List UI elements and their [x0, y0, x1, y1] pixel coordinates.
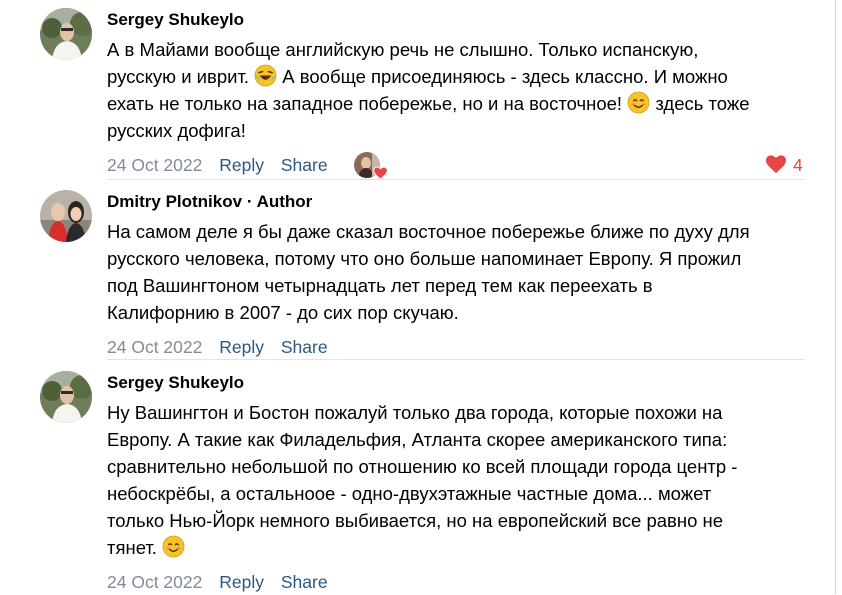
comment-divider	[107, 359, 805, 360]
comment-text: Ну Вашингтон и Бостон пожалуй только два…	[107, 399, 807, 561]
author-separator: ·	[242, 192, 257, 211]
liker-heart-icon	[373, 161, 388, 187]
share-button[interactable]: Share	[281, 337, 328, 357]
comment-line-part: русскую и иврит.	[107, 66, 250, 87]
share-button[interactable]: Share	[281, 572, 328, 592]
author-name[interactable]: Sergey Shukeylo	[107, 373, 807, 393]
share-button[interactable]: Share	[281, 155, 328, 175]
comment-meta: 24 Oct 2022 Reply Share	[107, 334, 807, 360]
rolling-on-floor-laughing-emoji-icon	[254, 64, 277, 87]
comment-line: ехать не только на западное побережье, н…	[107, 90, 807, 117]
comment-line: под Вашингтоном четырнадцать лет перед т…	[107, 275, 653, 296]
comment-date[interactable]: 24 Oct 2022	[107, 572, 202, 592]
author-name-text[interactable]: Dmitry Plotnikov	[107, 192, 242, 211]
author-name-text[interactable]: Sergey Shukeylo	[107, 373, 244, 392]
comment-line: русских дофига!	[107, 120, 246, 141]
avatar[interactable]	[40, 190, 92, 242]
author-name-text[interactable]: Sergey Shukeylo	[107, 10, 244, 29]
smiling-face-emoji-icon	[627, 91, 650, 114]
author-name[interactable]: Dmitry Plotnikov · Author	[107, 192, 807, 212]
scrollbar-edge	[835, 0, 836, 594]
comment-date[interactable]: 24 Oct 2022	[107, 337, 202, 357]
author-name[interactable]: Sergey Shukeylo	[107, 10, 807, 30]
comment-line: Калифорнию в 2007 - до сих пор скучаю.	[107, 302, 459, 323]
reply-button[interactable]: Reply	[219, 155, 264, 175]
comment-meta: 24 Oct 2022 Reply Share 4	[107, 152, 807, 180]
comment-line: сравнительно небольшой по отношению ко в…	[107, 456, 738, 477]
reply-button[interactable]: Reply	[219, 572, 264, 592]
author-role-badge: Author	[256, 192, 313, 211]
comment-text: А в Майами вообще английскую речь не слы…	[107, 36, 807, 144]
comment-text: На самом деле я бы даже сказал восточное…	[107, 218, 807, 326]
comment-divider	[107, 179, 805, 180]
avatar[interactable]	[40, 8, 92, 60]
like-count: 4	[793, 155, 803, 175]
comment-line: тянет.	[107, 534, 807, 561]
comment-line: Европу. А такие как Филадельфия, Атланта…	[107, 429, 728, 450]
avatar[interactable]	[40, 371, 92, 423]
like-button[interactable]: 4	[765, 152, 803, 178]
comment-line: только Нью-Йорк немного выбивается, но н…	[107, 510, 724, 531]
comment-line: На самом деле я бы даже сказал восточное…	[107, 221, 750, 242]
comment-line-part: А вообще присоединяюсь - здесь классно. …	[282, 66, 728, 87]
comment-meta: 24 Oct 2022 Reply Share	[107, 569, 807, 595]
comment-line-part: ехать не только на западное побережье, н…	[107, 93, 623, 114]
comment-line-part: здесь тоже	[655, 93, 750, 114]
comment-line: небоскрёбы, а остальноое - одно-двухэтаж…	[107, 483, 712, 504]
comment-line: Ну Вашингтон и Бостон пожалуй только два…	[107, 402, 723, 423]
smiling-face-emoji-icon	[162, 535, 185, 558]
reply-button[interactable]: Reply	[219, 337, 264, 357]
comment-line: русскую и иврит. А вообще присоединяюсь …	[107, 63, 807, 90]
comment-date[interactable]: 24 Oct 2022	[107, 155, 202, 175]
comment-line: русского человека, потому что оно больше…	[107, 248, 742, 269]
comment-line: А в Майами вообще английскую речь не слы…	[107, 39, 699, 60]
comment-line-part: тянет.	[107, 537, 157, 558]
heart-icon	[766, 155, 786, 174]
